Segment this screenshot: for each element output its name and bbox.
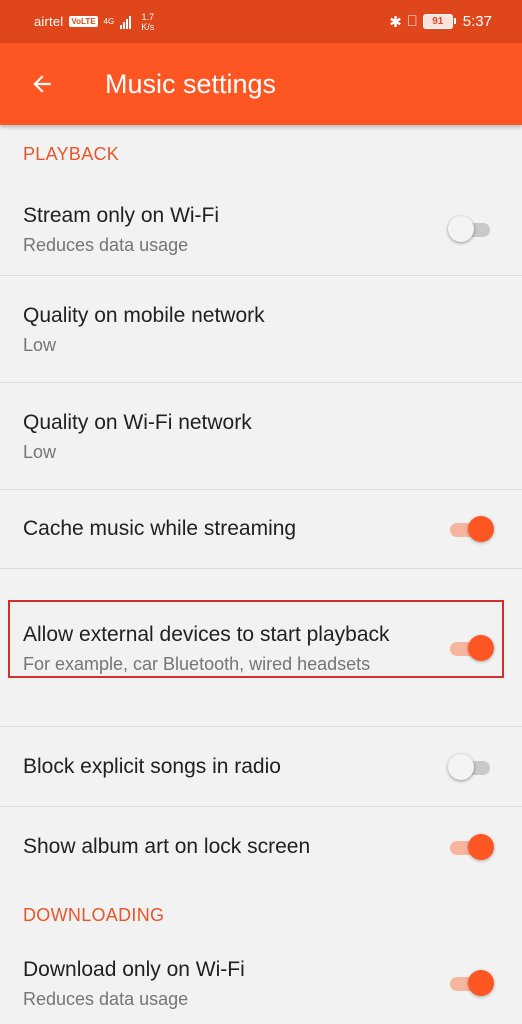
setting-album-art[interactable]: Show album art on lock screen — [0, 807, 522, 887]
speed-unit: K/s — [141, 21, 155, 32]
setting-subtitle: For example, car Bluetooth, wired headse… — [23, 653, 371, 674]
setting-title: Block explicit songs in radio — [23, 754, 281, 778]
back-button[interactable] — [22, 64, 62, 104]
setting-subtitle: Low — [23, 335, 57, 355]
network-type: 4G — [103, 17, 115, 26]
setting-title: Show album art on lock screen — [23, 835, 311, 858]
setting-title: Quality on Wi-Fi network — [23, 411, 252, 434]
status-left: airtel VoLTE 4G 1.7 K/s — [34, 12, 154, 32]
app-bar: Music settings — [0, 43, 522, 125]
carrier-name: airtel — [34, 14, 64, 29]
setting-title: Quality on mobile network — [23, 304, 265, 327]
setting-title: Allow external devices to start playback — [23, 622, 390, 646]
setting-download-wifi[interactable]: Download only on Wi-Fi Reduces data usag… — [0, 943, 522, 1023]
speed-value: 1.7 — [141, 11, 154, 22]
stream-wifi-toggle[interactable] — [448, 215, 494, 243]
battery-icon: 91 — [422, 14, 456, 29]
cache-music-toggle[interactable] — [448, 515, 494, 543]
setting-title: Cache music while streaming — [23, 517, 297, 540]
vibrate-icon: ⎕ — [407, 13, 417, 30]
settings-list: PLAYBACK Stream only on Wi-Fi Reduces da… — [0, 125, 522, 1023]
setting-subtitle: Reduces data usage — [23, 235, 189, 255]
section-header-downloading: DOWNLOADING — [23, 904, 165, 925]
status-right: ✱ ⎕ 91 5:37 — [389, 13, 492, 31]
setting-quality-mobile[interactable]: Quality on mobile network Low — [0, 276, 522, 383]
setting-subtitle: Low — [23, 442, 57, 462]
signal-icon — [120, 15, 132, 29]
status-bar: airtel VoLTE 4G 1.7 K/s ✱ ⎕ 91 5:37 — [0, 0, 522, 43]
page-title: Music settings — [105, 68, 277, 99]
setting-cache-music[interactable]: Cache music while streaming — [0, 490, 522, 569]
network-speed: 1.7 K/s — [141, 12, 154, 32]
setting-block-explicit[interactable]: Block explicit songs in radio — [0, 727, 522, 807]
download-wifi-toggle[interactable] — [448, 969, 494, 997]
setting-title: Download only on Wi-Fi — [23, 958, 245, 981]
arrow-back-icon — [33, 75, 51, 93]
setting-stream-wifi[interactable]: Stream only on Wi-Fi Reduces data usage — [0, 183, 522, 276]
external-devices-toggle[interactable] — [448, 634, 494, 662]
setting-quality-wifi[interactable]: Quality on Wi-Fi network Low — [0, 383, 522, 490]
volte-badge: VoLTE — [69, 16, 98, 27]
setting-title: Stream only on Wi-Fi — [23, 204, 220, 227]
block-explicit-toggle[interactable] — [448, 753, 494, 781]
setting-external-devices[interactable]: Allow external devices to start playback… — [0, 569, 522, 727]
clock: 5:37 — [462, 13, 492, 30]
bluetooth-icon: ✱ — [389, 13, 402, 31]
album-art-toggle[interactable] — [448, 833, 494, 861]
section-header-playback: PLAYBACK — [23, 143, 120, 164]
setting-subtitle: Reduces data usage — [23, 989, 189, 1009]
